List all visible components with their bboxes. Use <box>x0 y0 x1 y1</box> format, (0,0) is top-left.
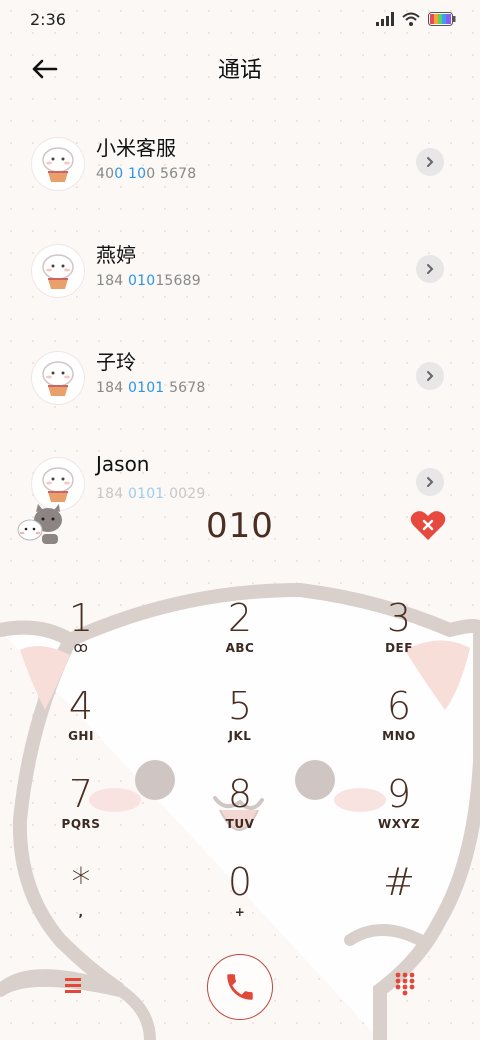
delete-button[interactable] <box>410 510 446 542</box>
contact-detail-button[interactable] <box>416 255 444 283</box>
cat-avatar-icon <box>42 361 74 396</box>
contact-name: 小米客服 <box>96 136 176 160</box>
chevron-right-icon <box>427 371 434 381</box>
contact-row[interactable]: 小米客服 400 100 5678 <box>0 126 480 216</box>
cat-avatar-icon <box>42 254 74 289</box>
battery-icon <box>428 12 456 26</box>
dialpad-toggle-button[interactable] <box>392 970 418 996</box>
key-2[interactable]: 2 ABC <box>185 596 295 676</box>
phone-icon <box>227 974 253 1000</box>
contact-detail-button[interactable] <box>416 148 444 176</box>
avatar <box>32 245 84 297</box>
key-1[interactable]: 1 ꝏ <box>26 596 136 676</box>
contact-row[interactable]: 燕婷 184 01015689 <box>0 233 480 323</box>
contact-detail-button[interactable] <box>416 362 444 390</box>
chevron-right-icon <box>427 477 434 487</box>
back-button[interactable] <box>28 52 62 86</box>
contact-name: 子玲 <box>96 350 136 374</box>
key-0[interactable]: 0 + <box>185 860 295 940</box>
contact-detail-button[interactable] <box>416 468 444 496</box>
contact-number: 400 100 5678 <box>96 166 197 182</box>
contact-row[interactable]: 子玲 184 0101 5678 <box>0 340 480 430</box>
chevron-right-icon <box>427 157 434 167</box>
contact-number: 184 0101 5678 <box>96 380 206 396</box>
broken-heart-icon <box>410 511 446 540</box>
wifi-icon <box>402 12 420 26</box>
contact-number: 184 01015689 <box>96 273 201 289</box>
dialpad-icon <box>395 972 415 996</box>
contact-name: 燕婷 <box>96 243 136 267</box>
back-arrow-icon <box>32 59 58 79</box>
key-3[interactable]: 3 DEF <box>344 596 454 676</box>
key-star[interactable]: * , <box>26 860 136 940</box>
signal-icon <box>376 12 394 26</box>
status-time: 2:36 <box>30 10 66 29</box>
key-9[interactable]: 9 WXYZ <box>344 772 454 852</box>
voicemail-icon: ꝏ <box>73 640 89 656</box>
contact-number: 184 0101 0029 <box>96 486 206 502</box>
key-hash[interactable]: # <box>344 860 454 940</box>
key-4[interactable]: 4 GHI <box>26 684 136 764</box>
chevron-right-icon <box>427 264 434 274</box>
avatar <box>32 352 84 404</box>
key-7[interactable]: 7 PQRS <box>26 772 136 852</box>
avatar <box>32 138 84 190</box>
menu-icon <box>65 978 81 993</box>
dial-input-display[interactable]: 010 <box>0 506 480 546</box>
call-button[interactable] <box>207 954 273 1020</box>
page-title: 通话 <box>217 58 262 83</box>
key-8[interactable]: 8 TUV <box>185 772 295 852</box>
contact-name: Jason <box>96 452 150 476</box>
menu-button[interactable] <box>58 970 88 1000</box>
key-6[interactable]: 6 MNO <box>344 684 454 764</box>
key-5[interactable]: 5 JKL <box>185 684 295 764</box>
cat-avatar-icon <box>42 147 74 182</box>
status-icons <box>376 12 456 26</box>
